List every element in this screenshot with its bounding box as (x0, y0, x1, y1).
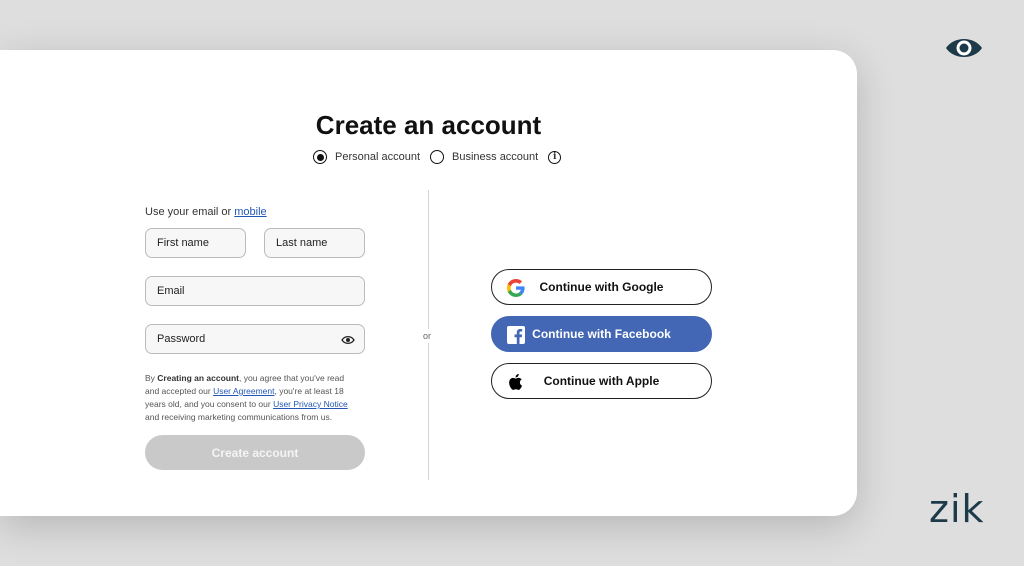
privacy-notice-link[interactable]: User Privacy Notice (273, 399, 348, 409)
personal-account-label: Personal account (335, 151, 420, 163)
or-separator: or (423, 329, 432, 343)
brand-logo: zik (929, 487, 985, 531)
personal-account-option[interactable]: Personal account (313, 150, 420, 164)
form-hint: Use your email or mobile (145, 206, 267, 218)
info-icon[interactable]: i (548, 150, 562, 164)
facebook-button[interactable]: Continue with Facebook (491, 316, 712, 352)
mobile-link[interactable]: mobile (234, 206, 266, 218)
account-type-selector: Personal account Business account i (313, 150, 562, 164)
google-button-label: Continue with Google (539, 280, 664, 294)
first-name-input[interactable]: First name (145, 228, 246, 258)
last-name-input[interactable]: Last name (264, 228, 365, 258)
eye-logo-icon (946, 39, 982, 57)
facebook-icon (507, 326, 525, 344)
legal-text: By Creating an account, you agree that y… (145, 373, 348, 422)
google-icon (507, 279, 525, 297)
signup-form: Use your email or mobile First name Last… (145, 206, 365, 470)
show-password-icon[interactable] (341, 334, 355, 346)
business-account-option[interactable]: Business account (430, 150, 538, 164)
social-login: Continue with Google Continue with Faceb… (491, 269, 712, 410)
signup-card: Create an account Personal account Busin… (0, 50, 857, 516)
apple-button-label: Continue with Apple (543, 374, 660, 388)
business-account-radio[interactable] (430, 150, 444, 164)
personal-account-radio[interactable] (313, 150, 327, 164)
password-placeholder: Password (157, 333, 206, 345)
apple-icon (509, 373, 522, 390)
email-input[interactable]: Email (145, 276, 365, 306)
page-title: Create an account (315, 110, 542, 140)
facebook-button-label: Continue with Facebook (532, 327, 671, 341)
create-account-button[interactable]: Create account (145, 435, 365, 470)
google-button[interactable]: Continue with Google (491, 269, 712, 305)
business-account-label: Business account (452, 151, 539, 163)
apple-button[interactable]: Continue with Apple (491, 363, 712, 399)
user-agreement-link[interactable]: User Agreement (213, 386, 274, 396)
password-input[interactable]: Password (145, 324, 365, 354)
